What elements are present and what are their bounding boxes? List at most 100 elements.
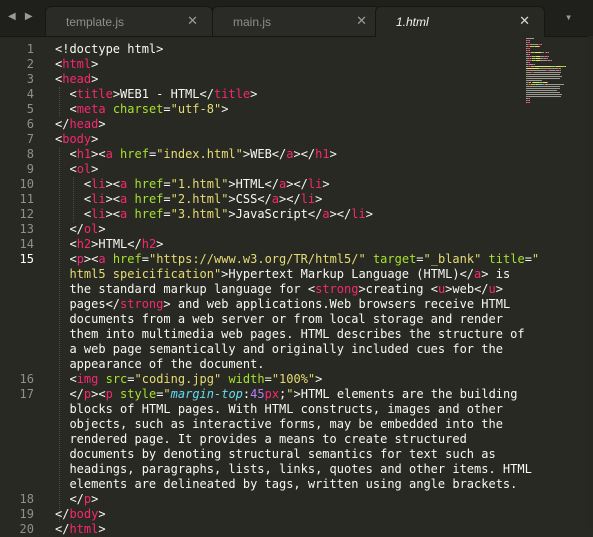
tab-label[interactable]: 1.html bbox=[396, 15, 429, 29]
code-line[interactable]: <li><a href="2.html">CSS</a></li> bbox=[55, 192, 323, 207]
minimap-stroke bbox=[547, 58, 549, 59]
code-token: > bbox=[365, 207, 373, 221]
code-token: title bbox=[213, 87, 251, 101]
code-token: p bbox=[76, 252, 84, 266]
back-arrow-icon[interactable]: ◀ bbox=[8, 11, 19, 22]
code-token: img bbox=[76, 372, 99, 386]
tab-label[interactable]: template.js bbox=[66, 15, 124, 29]
code-line[interactable]: <li><a href="1.html">HTML</a></li> bbox=[55, 177, 330, 192]
code-token: " bbox=[531, 252, 540, 266]
code-token: head bbox=[69, 117, 99, 131]
code-token: >< bbox=[105, 192, 121, 206]
code-token: meta bbox=[76, 102, 106, 116]
code-token: <!doctype html> bbox=[55, 42, 164, 56]
code-line[interactable]: <ol> bbox=[55, 162, 98, 177]
code-token: > bbox=[315, 192, 323, 206]
code-line[interactable]: <meta charset="utf-8"> bbox=[55, 102, 228, 117]
tab-1-html[interactable]: 1.html ✕ bbox=[375, 6, 545, 37]
code-token: = bbox=[163, 207, 171, 221]
close-icon[interactable]: ✕ bbox=[187, 13, 198, 29]
code-line[interactable]: </head> bbox=[55, 117, 106, 132]
code-line[interactable]: <head> bbox=[55, 72, 98, 87]
line-number: 19 bbox=[19, 507, 34, 521]
code-token: </ bbox=[55, 222, 84, 236]
code-editor[interactable]: <!doctype html> <html> <head> <title>WEB1 … bbox=[55, 36, 539, 536]
code-token: < bbox=[55, 177, 92, 191]
tab-main-js[interactable]: main.js ✕ bbox=[212, 6, 382, 36]
code-line[interactable]: the standard markup language for <strong… bbox=[55, 282, 503, 297]
tab-label[interactable]: main.js bbox=[233, 15, 271, 29]
code-line[interactable]: <p><a href="https://www.w3.org/TR/html5/… bbox=[55, 252, 539, 267]
code-line[interactable]: headings, paragraphs, lists, links, quot… bbox=[55, 462, 531, 477]
minimap-stroke bbox=[540, 44, 542, 45]
code-token: "_blank" bbox=[423, 252, 482, 266]
code-token: > bbox=[156, 237, 164, 251]
code-line[interactable]: </html> bbox=[55, 522, 106, 537]
code-line[interactable]: html5 speicification">Hypertext Markup L… bbox=[55, 267, 510, 282]
close-icon[interactable]: ✕ bbox=[356, 13, 367, 29]
code-line[interactable]: <html> bbox=[55, 57, 98, 72]
code-line[interactable]: appearance of the document. bbox=[55, 357, 264, 372]
code-line[interactable]: </p><p style="margin-top:45px;">HTML ele… bbox=[55, 387, 517, 402]
code-token: html5 speicification" bbox=[55, 267, 222, 281]
code-line[interactable]: rendered page. It provides a means to cr… bbox=[55, 432, 467, 447]
code-line[interactable]: <title>WEB1 - HTML</title> bbox=[55, 87, 257, 102]
code-line[interactable]: documents by denoting structural semanti… bbox=[55, 447, 495, 462]
line-number: 15 bbox=[19, 252, 34, 266]
code-token: a web page semantically and originally i… bbox=[55, 342, 503, 356]
code-line[interactable]: <body> bbox=[55, 132, 98, 147]
vertical-scrollbar[interactable] bbox=[588, 36, 593, 529]
code-line[interactable]: </ol> bbox=[55, 222, 105, 237]
forward-arrow-icon[interactable]: ▶ bbox=[25, 11, 36, 22]
code-token: </ bbox=[55, 522, 70, 536]
code-line[interactable]: <li><a href="3.html">JavaScript</a></li> bbox=[55, 207, 373, 222]
code-line[interactable]: pages</strong> and web applications.Web … bbox=[55, 297, 510, 312]
minimap-stroke bbox=[526, 68, 539, 69]
code-token: href bbox=[112, 147, 149, 161]
code-token: li bbox=[91, 177, 106, 191]
minimap-stroke bbox=[529, 48, 531, 49]
code-token: = bbox=[141, 252, 149, 266]
minimap-stroke bbox=[529, 40, 531, 41]
code-line[interactable]: <img src="coding.jpg" width="100%"> bbox=[55, 372, 322, 387]
code-token: a bbox=[271, 192, 280, 206]
code-token: >WEB</ bbox=[242, 147, 287, 161]
code-line[interactable]: a web page semantically and originally i… bbox=[55, 342, 503, 357]
code-token: a bbox=[322, 207, 330, 221]
minimap-stroke bbox=[528, 54, 530, 55]
code-token: "coding.jpg" bbox=[134, 372, 222, 386]
code-line[interactable]: objects, such as interactive forms, may … bbox=[55, 417, 503, 432]
code-token: >< bbox=[105, 207, 121, 221]
minimap-stroke bbox=[529, 102, 531, 103]
close-icon[interactable]: ✕ bbox=[519, 13, 530, 29]
line-number: 14 bbox=[19, 237, 34, 251]
code-line[interactable]: <h1><a href="index.html">WEB</a></h1> bbox=[55, 147, 336, 162]
code-line[interactable]: them into multimedia web pages. HTML des… bbox=[55, 327, 524, 342]
minimap-stroke bbox=[547, 84, 565, 85]
code-token: u bbox=[488, 282, 496, 296]
code-token: " bbox=[286, 387, 294, 401]
code-token: </ bbox=[55, 507, 70, 521]
code-line[interactable]: documents from a web server or from loca… bbox=[55, 312, 503, 327]
code-token: > bbox=[91, 492, 99, 506]
tab-overflow-icon[interactable]: ▾ bbox=[565, 10, 572, 24]
code-token: >web</ bbox=[445, 282, 489, 296]
minimap-stroke bbox=[539, 46, 541, 47]
code-token: > bbox=[91, 162, 99, 176]
minimap-stroke bbox=[530, 44, 539, 45]
minimap[interactable] bbox=[524, 36, 588, 106]
code-line[interactable]: <h2>HTML</h2> bbox=[55, 237, 163, 252]
code-line[interactable]: elements are delineated by tags, written… bbox=[55, 477, 517, 492]
code-token: rendered page. It provides a means to cr… bbox=[55, 432, 467, 446]
tab-template-js[interactable]: template.js ✕ bbox=[45, 6, 213, 36]
minimap-stroke bbox=[529, 100, 531, 101]
code-line[interactable]: </p> bbox=[55, 492, 98, 507]
code-line[interactable]: <!doctype html> bbox=[55, 42, 163, 57]
code-line[interactable]: </body> bbox=[55, 507, 106, 522]
minimap-stroke bbox=[526, 70, 546, 71]
minimap-stroke bbox=[547, 56, 549, 57]
code-token: blocks of HTML pages. With HTML construc… bbox=[55, 402, 503, 416]
line-number: 11 bbox=[19, 192, 34, 206]
code-token: ol bbox=[83, 222, 99, 236]
code-line[interactable]: blocks of HTML pages. With HTML construc… bbox=[55, 402, 503, 417]
